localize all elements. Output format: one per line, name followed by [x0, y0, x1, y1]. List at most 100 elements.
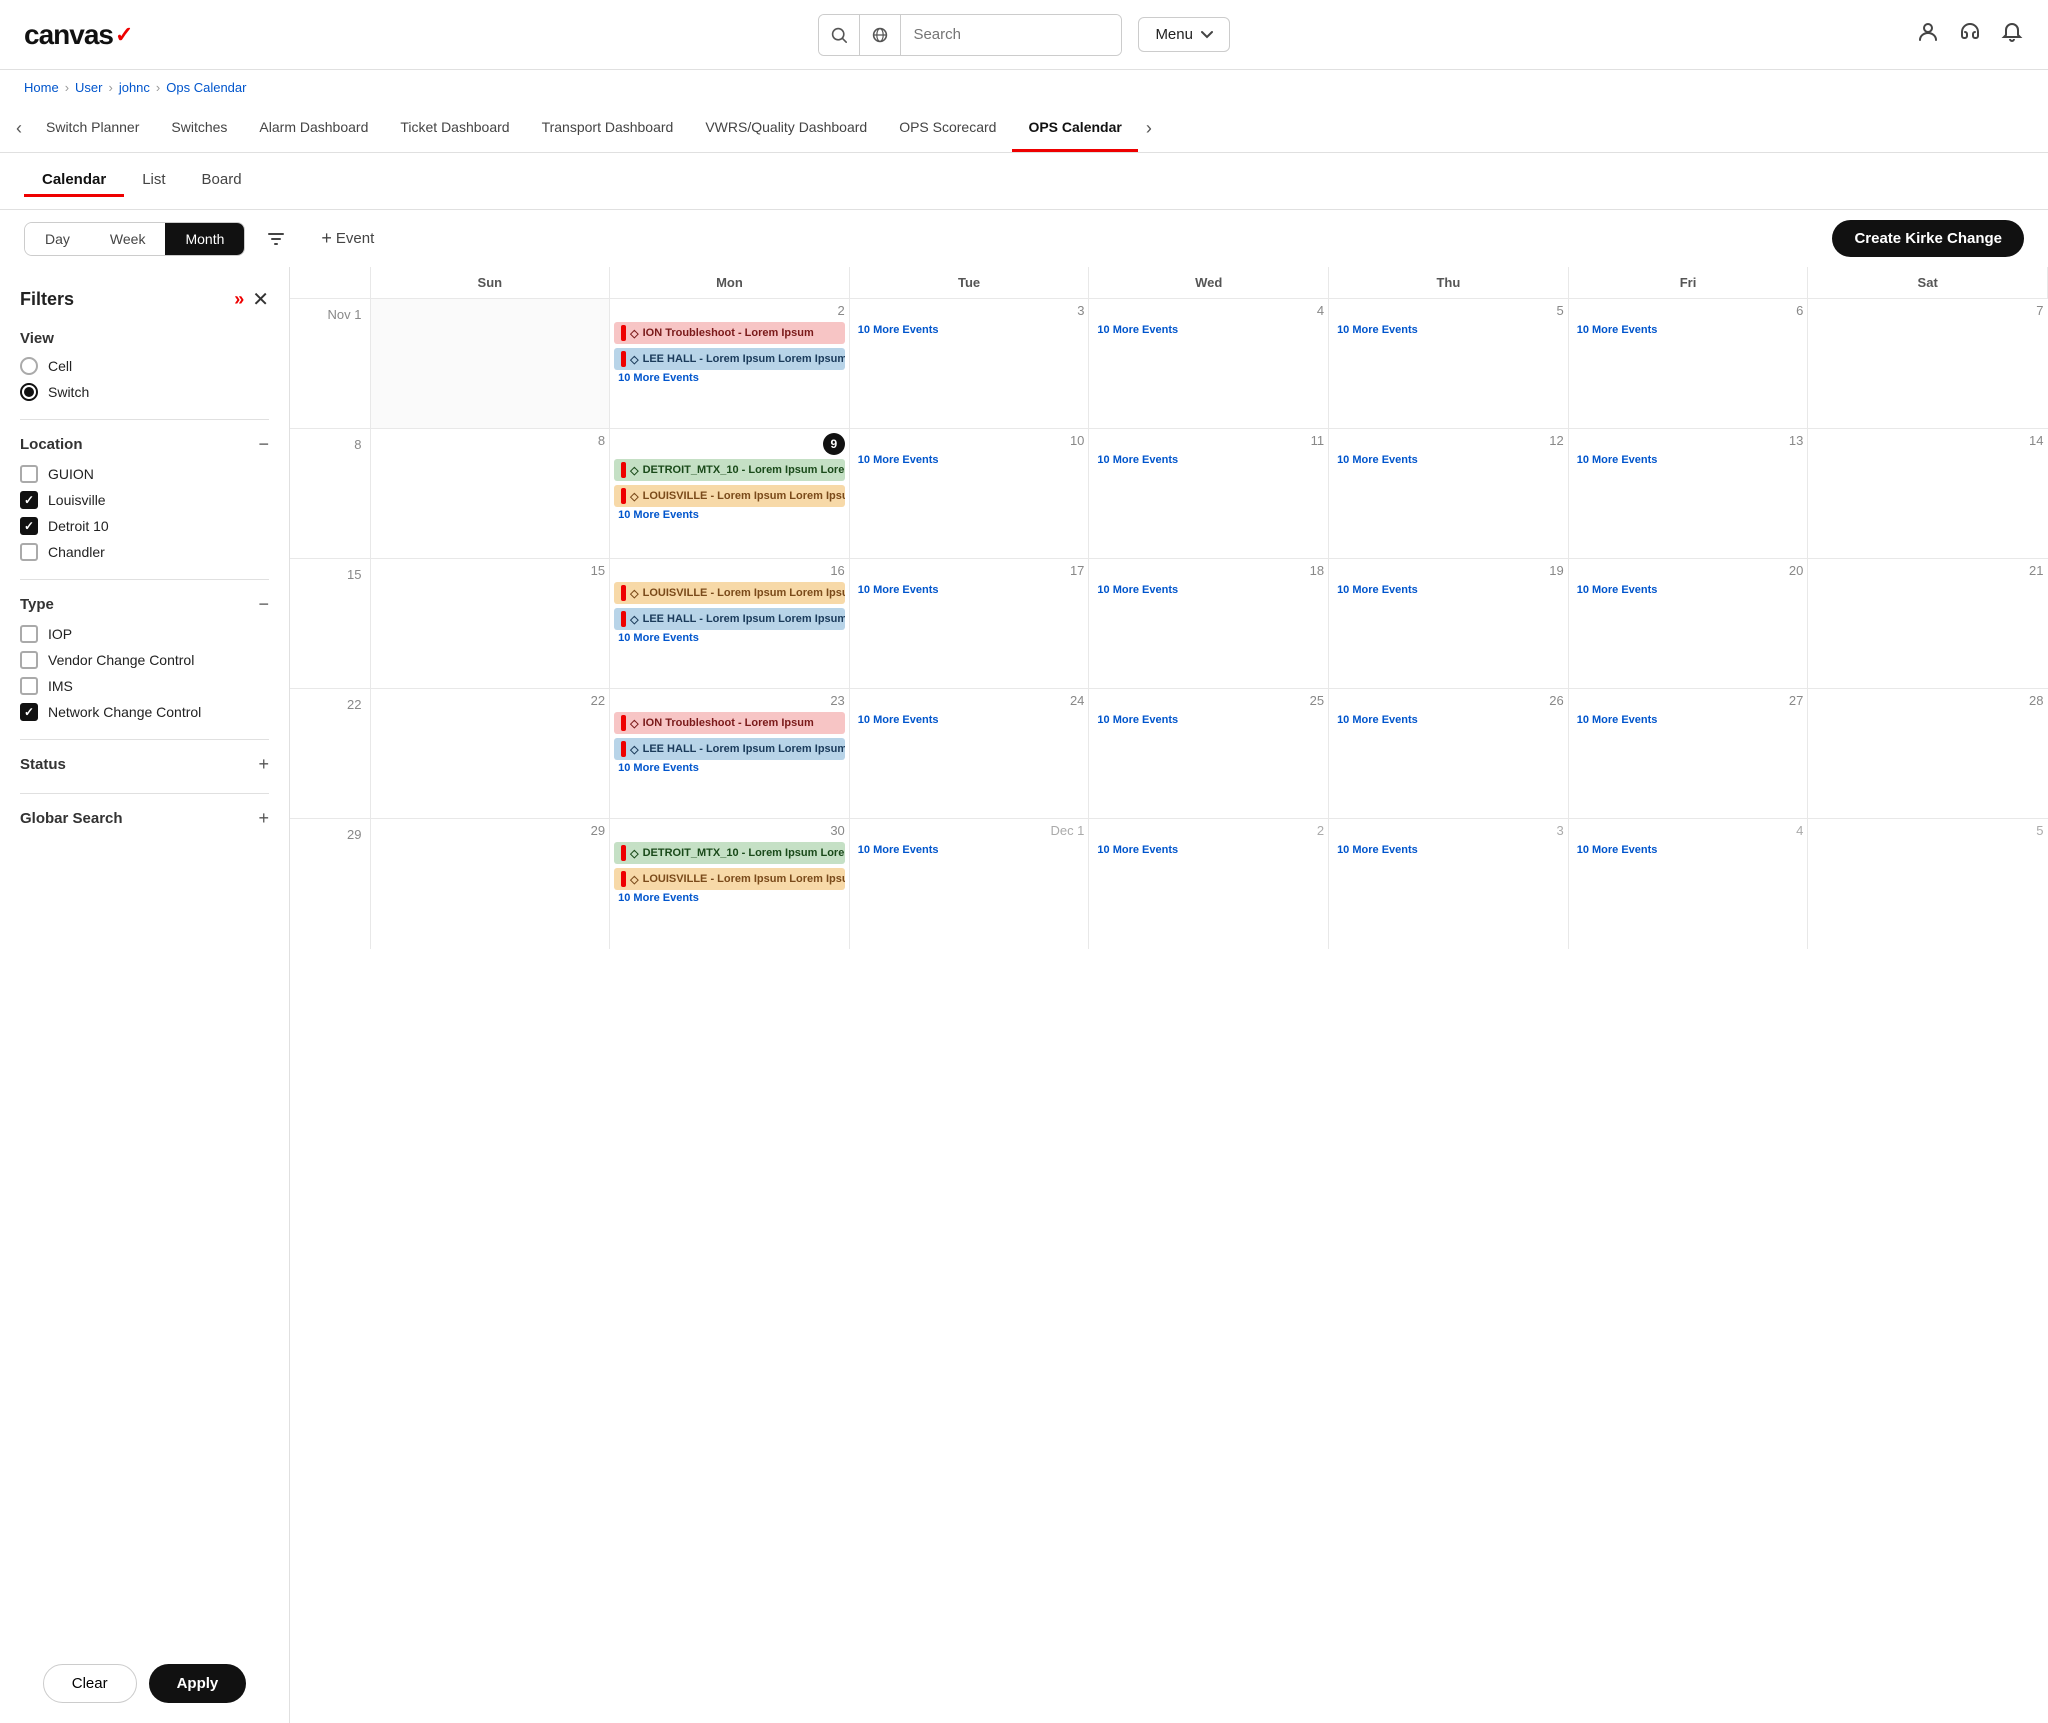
- checkbox-vendor-change[interactable]: [20, 651, 38, 669]
- more-events[interactable]: 10 More Events: [614, 630, 845, 646]
- more-events[interactable]: 10 More Events: [1093, 582, 1324, 598]
- user-icon[interactable]: [1916, 20, 1940, 50]
- tab-ops-scorecard[interactable]: OPS Scorecard: [883, 105, 1012, 152]
- checkbox-chandler[interactable]: [20, 543, 38, 561]
- header-tue: Tue: [849, 267, 1089, 299]
- chevron-down-icon: [1201, 29, 1213, 41]
- more-events[interactable]: 10 More Events: [1333, 452, 1564, 468]
- location-louisville[interactable]: Louisville: [20, 491, 269, 509]
- event-bar-4[interactable]: ◇ LOUISVILLE - Lorem Ipsum Lorem Ipsum L…: [614, 485, 845, 507]
- globar-search-expand-icon[interactable]: +: [258, 808, 269, 829]
- menu-label: Menu: [1155, 26, 1193, 43]
- more-events[interactable]: 10 More Events: [614, 890, 845, 906]
- cell-sat-1: 7: [1808, 299, 2048, 429]
- day-button[interactable]: Day: [25, 223, 90, 255]
- tab-transport-dashboard[interactable]: Transport Dashboard: [526, 105, 690, 152]
- tab-alarm-dashboard[interactable]: Alarm Dashboard: [243, 105, 384, 152]
- apply-button[interactable]: Apply: [149, 1664, 247, 1703]
- view-tab-board[interactable]: Board: [184, 165, 260, 197]
- location-detroit10[interactable]: Detroit 10: [20, 517, 269, 535]
- checkbox-louisville[interactable]: [20, 491, 38, 509]
- event-bar-6[interactable]: ◇ LEE HALL - Lorem Ipsum Lorem Ipsum Lor…: [614, 608, 845, 630]
- more-events[interactable]: 10 More Events: [1093, 712, 1324, 728]
- event-bar-8[interactable]: ◇ LEE HALL - Lorem Ipsum Lorem Ipsum Lor…: [614, 738, 845, 760]
- event-bar-10[interactable]: ◇ LOUISVILLE - Lorem Ipsum Lorem IpsumLo…: [614, 868, 845, 890]
- type-network-change[interactable]: Network Change Control: [20, 703, 269, 721]
- event-text: DETROIT_MTX_10 - Lorem Ipsum Lore Ipsum …: [643, 847, 845, 859]
- more-events[interactable]: 10 More Events: [854, 452, 1085, 468]
- close-icon[interactable]: ✕: [252, 287, 269, 312]
- more-events[interactable]: 10 More Events: [1093, 842, 1324, 858]
- more-events[interactable]: 10 More Events: [1573, 842, 1804, 858]
- location-collapse-icon[interactable]: −: [258, 434, 269, 455]
- more-events[interactable]: 10 More Events: [614, 507, 845, 523]
- filter-button[interactable]: [257, 222, 295, 256]
- bell-icon[interactable]: [2000, 20, 2024, 50]
- checkbox-guion[interactable]: [20, 465, 38, 483]
- tab-vwrs-quality[interactable]: VWRS/Quality Dashboard: [689, 105, 883, 152]
- more-events[interactable]: 10 More Events: [1333, 322, 1564, 338]
- clear-button[interactable]: Clear: [43, 1664, 137, 1703]
- more-events[interactable]: 10 More Events: [614, 370, 845, 386]
- type-ims[interactable]: IMS: [20, 677, 269, 695]
- tab-ops-calendar[interactable]: OPS Calendar: [1012, 105, 1137, 152]
- globe-button[interactable]: [860, 15, 901, 55]
- view-tab-list[interactable]: List: [124, 165, 183, 197]
- breadcrumb-home[interactable]: Home: [24, 80, 59, 95]
- more-events[interactable]: 10 More Events: [854, 582, 1085, 598]
- breadcrumb-user[interactable]: User: [75, 80, 102, 95]
- more-events[interactable]: 10 More Events: [1573, 582, 1804, 598]
- type-vendor-change[interactable]: Vendor Change Control: [20, 651, 269, 669]
- more-events[interactable]: 10 More Events: [1573, 452, 1804, 468]
- checkbox-ims[interactable]: [20, 677, 38, 695]
- event-bar-3[interactable]: ◇ DETROIT_MTX_10 - Lorem Ipsum Lore Ipsu…: [614, 459, 845, 481]
- location-guion[interactable]: GUION: [20, 465, 269, 483]
- events-row-5: ◇ DETROIT_MTX_10 - Lorem Ipsum Lore Ipsu…: [614, 842, 845, 890]
- more-events[interactable]: 10 More Events: [1333, 842, 1564, 858]
- type-iop[interactable]: IOP: [20, 625, 269, 643]
- more-events[interactable]: 10 More Events: [1093, 452, 1324, 468]
- headset-icon[interactable]: [1958, 20, 1982, 50]
- month-button[interactable]: Month: [165, 223, 244, 255]
- more-events[interactable]: 10 More Events: [854, 842, 1085, 858]
- more-events[interactable]: 10 More Events: [854, 712, 1085, 728]
- more-events[interactable]: 10 More Events: [1093, 322, 1324, 338]
- search-input[interactable]: [901, 15, 1121, 55]
- radio-cell-button[interactable]: [20, 357, 38, 375]
- add-event-button[interactable]: + Event: [307, 220, 388, 257]
- radio-cell[interactable]: Cell: [20, 357, 269, 375]
- location-chandler[interactable]: Chandler: [20, 543, 269, 561]
- tab-switch-planner[interactable]: Switch Planner: [30, 105, 155, 152]
- more-events[interactable]: 10 More Events: [854, 322, 1085, 338]
- cell-wed-3: 18 10 More Events: [1089, 559, 1329, 689]
- more-events[interactable]: 10 More Events: [1333, 582, 1564, 598]
- type-collapse-icon[interactable]: −: [258, 594, 269, 615]
- event-bar-2[interactable]: ◇ LEE HALL - Lorem Ipsum Lorem Ipsum Lor…: [614, 348, 845, 370]
- fast-forward-icon[interactable]: »: [234, 289, 242, 310]
- more-events[interactable]: 10 More Events: [1333, 712, 1564, 728]
- status-expand-icon[interactable]: +: [258, 754, 269, 775]
- day-num: 25: [1093, 693, 1324, 708]
- create-kirke-change-button[interactable]: Create Kirke Change: [1832, 220, 2024, 257]
- checkbox-network-change[interactable]: [20, 703, 38, 721]
- menu-button[interactable]: Menu: [1138, 17, 1230, 52]
- view-tab-calendar[interactable]: Calendar: [24, 165, 124, 197]
- event-bar-1[interactable]: ◇ ION Troubleshoot - Lorem Ipsum: [614, 322, 845, 344]
- radio-switch[interactable]: Switch: [20, 383, 269, 401]
- radio-switch-button[interactable]: [20, 383, 38, 401]
- search-icon-button[interactable]: [819, 15, 860, 55]
- more-events[interactable]: 10 More Events: [1573, 712, 1804, 728]
- week-button[interactable]: Week: [90, 223, 166, 255]
- tab-switches[interactable]: Switches: [155, 105, 243, 152]
- more-events[interactable]: 10 More Events: [1573, 322, 1804, 338]
- breadcrumb-johnc[interactable]: johnc: [119, 80, 150, 95]
- tab-ticket-dashboard[interactable]: Ticket Dashboard: [384, 105, 525, 152]
- checkbox-iop[interactable]: [20, 625, 38, 643]
- event-bar-7[interactable]: ◇ ION Troubleshoot - Lorem Ipsum: [614, 712, 845, 734]
- event-bar-9[interactable]: ◇ DETROIT_MTX_10 - Lorem Ipsum Lore Ipsu…: [614, 842, 845, 864]
- event-bar-5[interactable]: ◇ LOUISVILLE - Lorem Ipsum Lorem IpsumLo…: [614, 582, 845, 604]
- more-events[interactable]: 10 More Events: [614, 760, 845, 776]
- nav-prev[interactable]: ‹: [8, 106, 30, 151]
- nav-next[interactable]: ›: [1138, 106, 1160, 151]
- checkbox-detroit10[interactable]: [20, 517, 38, 535]
